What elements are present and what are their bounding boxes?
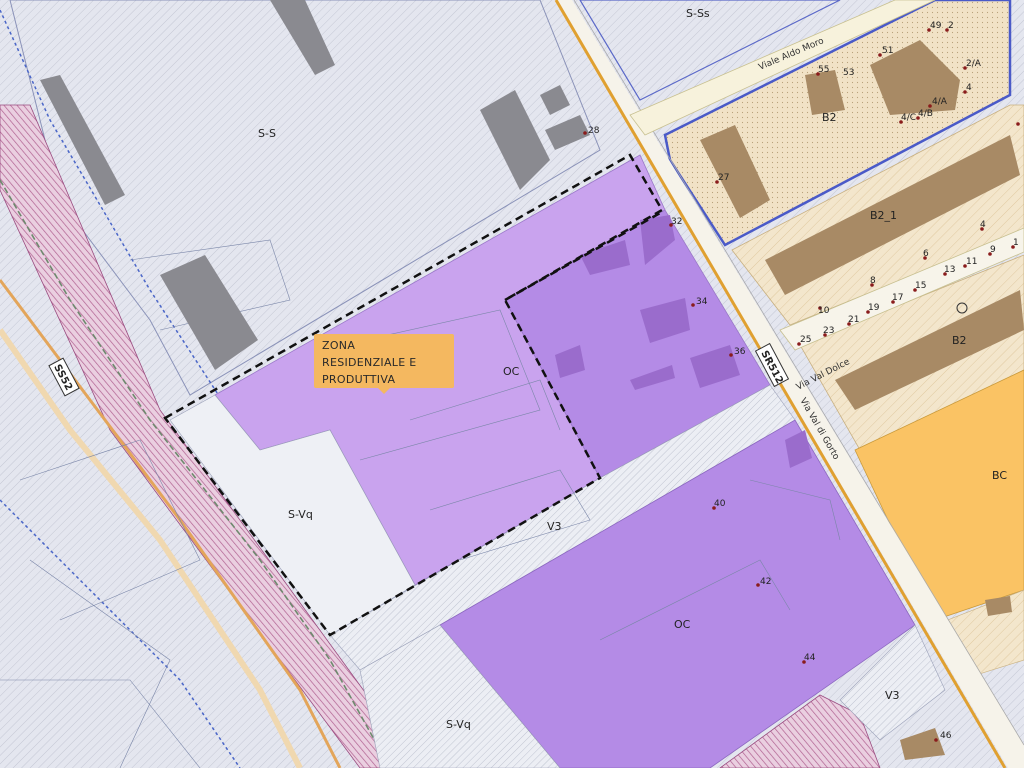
callout-line-3: PRODUTTIVA (322, 373, 396, 386)
label-zone-v3-mid: V3 (547, 520, 562, 533)
zone-callout-label: ZONA RESIDENZIALE E PRODUTTIVA (314, 334, 454, 394)
svg-text:4: 4 (966, 83, 972, 93)
svg-text:40: 40 (714, 499, 726, 509)
svg-text:4: 4 (980, 220, 986, 230)
svg-text:36: 36 (734, 347, 746, 357)
svg-text:13: 13 (944, 265, 955, 275)
label-zone-s-ss: S-Ss (686, 7, 710, 20)
svg-text:17: 17 (892, 293, 903, 303)
svg-text:55: 55 (818, 65, 829, 75)
svg-text:11: 11 (966, 257, 977, 267)
callout-line-1: ZONA (322, 339, 356, 352)
svg-text:10: 10 (818, 306, 830, 316)
svg-text:32: 32 (671, 217, 682, 227)
label-zone-b2-top: B2 (822, 111, 837, 124)
svg-text:25: 25 (800, 335, 811, 345)
svg-text:2/A: 2/A (966, 59, 982, 69)
label-zone-b2-right: B2 (952, 334, 967, 347)
svg-text:9: 9 (990, 245, 996, 255)
svg-text:49: 49 (930, 21, 942, 31)
svg-text:28: 28 (588, 126, 600, 136)
svg-text:27: 27 (718, 173, 729, 183)
label-zone-s-s: S-S (258, 127, 276, 140)
svg-text:23: 23 (823, 326, 834, 336)
svg-text:4/A: 4/A (932, 97, 948, 107)
svg-text:4/C: 4/C (901, 113, 916, 123)
svg-text:42: 42 (760, 577, 771, 587)
label-zone-oc-upper: OC (503, 365, 520, 378)
label-zone-b2-1: B2_1 (870, 209, 897, 222)
svg-text:53: 53 (843, 68, 854, 78)
label-zone-s-vq-upper: S-Vq (288, 508, 313, 521)
svg-text:51: 51 (882, 46, 893, 56)
svg-text:1: 1 (1013, 238, 1019, 248)
svg-text:8: 8 (870, 276, 876, 286)
zoning-map[interactable]: S-S S-Ss B2 B2_1 B2 OC OC S-Vq S-Vq V3 V… (0, 0, 1024, 768)
label-zone-v3-right: V3 (885, 689, 900, 702)
svg-text:6: 6 (923, 249, 929, 259)
svg-text:46: 46 (940, 731, 952, 741)
svg-text:44: 44 (804, 653, 816, 663)
label-zone-bc: BC (992, 469, 1007, 482)
label-zone-oc-lower: OC (674, 618, 691, 631)
svg-text:4/B: 4/B (918, 109, 933, 119)
label-zone-s-vq-lower: S-Vq (446, 718, 471, 731)
svg-text:34: 34 (696, 297, 708, 307)
callout-line-2: RESIDENZIALE E (322, 356, 417, 369)
svg-text:21: 21 (848, 315, 859, 325)
svg-text:19: 19 (868, 303, 880, 313)
svg-text:2: 2 (948, 21, 954, 31)
svg-text:15: 15 (915, 281, 926, 291)
